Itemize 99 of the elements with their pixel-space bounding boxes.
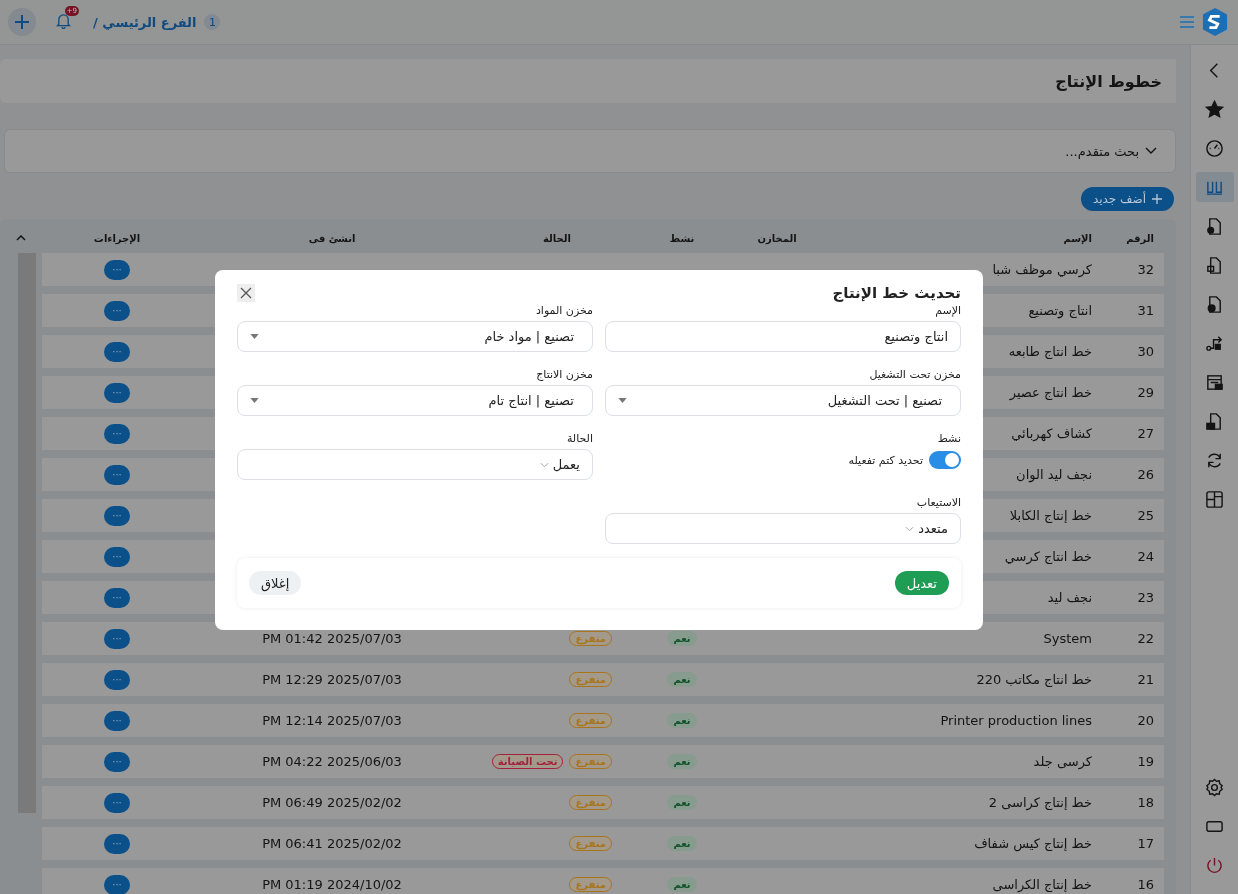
select-field[interactable]: يعمل — [237, 449, 593, 480]
table-cell: كشاف كهربائي — [1011, 426, 1092, 441]
table-cell-text: 16 — [1136, 877, 1155, 892]
active-tag: نعم — [667, 795, 697, 810]
field-label: مخزن المواد — [534, 304, 593, 317]
save-button[interactable]: تعديل — [894, 571, 949, 595]
table-cell: 2025/07/03 01:42 PM — [262, 631, 402, 646]
actions-button[interactable]: ··· — [104, 423, 130, 444]
status-tag: متفرغ — [569, 631, 612, 646]
add-new-button[interactable]: أضف جديد — [1080, 187, 1174, 211]
actions-button[interactable]: ··· — [104, 587, 130, 608]
name-input[interactable]: انتاج وتصنيع — [605, 321, 961, 352]
table-cell: خط انتاج مكاتب 220 — [976, 672, 1092, 687]
actions-button[interactable]: ··· — [104, 259, 130, 280]
field-label: الاستيعاب — [915, 496, 961, 509]
actions-button[interactable]: ··· — [104, 546, 130, 567]
table-cell-text: 19 — [1136, 754, 1155, 769]
actions-button[interactable]: ··· — [104, 710, 130, 731]
select-field[interactable]: تصنيع | مواد خام — [237, 321, 593, 352]
table-cell: 2025/07/03 12:14 PM — [262, 713, 402, 728]
field-label: الحالة — [565, 432, 593, 445]
table-cell: نجف ليد الوان — [1016, 467, 1092, 482]
toggle-label: تحديد كتم تفعيله — [848, 453, 923, 467]
actions-button[interactable]: ··· — [104, 382, 130, 403]
table-cell-text: 32 — [1136, 262, 1155, 277]
dialog-title: تحديث خط الإنتاج — [832, 284, 961, 302]
status-tag: متفرغ — [569, 877, 612, 892]
column-header[interactable]: انشئ فى — [192, 232, 472, 244]
table-cell: نجف ليد — [1047, 590, 1092, 605]
table-cell-text: 29 — [1136, 385, 1155, 400]
field-label: مخزن تحت التشغيل — [868, 368, 961, 381]
table-cell-text: 27 — [1136, 426, 1155, 441]
status-tag: متفرغ — [569, 836, 612, 851]
active-tag: نعم — [667, 836, 697, 851]
table-cell-text: 26 — [1136, 467, 1155, 482]
column-header[interactable]: الإسم — [832, 232, 1102, 244]
select-field[interactable]: تصنيع | انتاج تام — [237, 385, 593, 416]
table-cell: Printer production lines — [940, 713, 1092, 728]
table-cell: خط إنتاج الكراسى — [992, 877, 1092, 892]
field-label: نشط — [936, 432, 961, 445]
table-cell: كرسي موظف شبا — [992, 262, 1092, 277]
table-cell-text: 31 — [1136, 303, 1155, 318]
active-tag: نعم — [667, 672, 697, 687]
advanced-search-toggle[interactable]: بحث متقدم... — [1059, 142, 1163, 160]
table-cell: خط إنتاج كيس شفاف — [974, 836, 1092, 851]
table-cell: خط إنتاج كراسى 2 — [988, 795, 1092, 810]
table-cell: 2025/02/02 06:41 PM — [262, 836, 402, 851]
table-cell-text: 22 — [1136, 631, 1155, 646]
status-tag: متفرغ — [569, 713, 612, 728]
actions-button[interactable]: ··· — [104, 669, 130, 690]
table-cell: 2024/10/02 01:19 PM — [262, 877, 402, 892]
actions-button[interactable]: ··· — [104, 751, 130, 772]
active-tag: نعم — [667, 754, 697, 769]
table-cell: كرسى جلد — [1033, 754, 1092, 769]
actions-button[interactable]: ··· — [104, 341, 130, 362]
select-field[interactable]: متعدد — [605, 513, 961, 544]
actions-button[interactable]: ··· — [104, 464, 130, 485]
branch-link[interactable]: الفرع الرئيسي / — [93, 14, 197, 30]
table-cell: خط انتاج عصير — [1009, 385, 1092, 400]
select-field[interactable]: تصنيع | تحت التشغيل — [605, 385, 961, 416]
table-cell-text: 20 — [1136, 713, 1155, 728]
table-cell-text: 25 — [1136, 508, 1155, 523]
table-cell: انتاج وتصنيع — [1028, 303, 1092, 318]
active-tag: نعم — [667, 631, 697, 646]
table-cell: خط انتاج كرسي — [1004, 549, 1092, 564]
table-cell: خط انتاج طابعه — [1008, 344, 1092, 359]
table-cell: 2025/02/02 06:49 PM — [262, 795, 402, 810]
status-tag: متفرغ — [569, 672, 612, 687]
table-cell-text: 17 — [1136, 836, 1155, 851]
status-tag: متفرغ — [569, 754, 612, 769]
column-header[interactable]: المخازن — [722, 232, 832, 244]
table-cell-text: 21 — [1136, 672, 1155, 687]
field-label: مخزن الانتاج — [535, 368, 593, 381]
table-cell: 2025/06/03 04:22 PM — [262, 754, 402, 769]
status-tag: متفرغ — [569, 795, 612, 810]
table-cell-text: 30 — [1136, 344, 1155, 359]
actions-button[interactable]: ··· — [104, 792, 130, 813]
table-cell-text: 23 — [1136, 590, 1155, 605]
active-tag: نعم — [667, 877, 697, 892]
actions-button[interactable]: ··· — [104, 505, 130, 526]
active-tag: نعم — [667, 713, 697, 728]
table-cell: خط إنتاج الكابلا — [1009, 508, 1092, 523]
column-header[interactable]: الرقم — [1102, 232, 1164, 244]
table-cell-text: 24 — [1136, 549, 1155, 564]
table-cell: System — [1043, 631, 1092, 646]
table-cell-text: 18 — [1136, 795, 1155, 810]
actions-button[interactable]: ··· — [104, 628, 130, 649]
column-header[interactable]: الإجراءات — [42, 232, 192, 244]
actions-button[interactable]: ··· — [104, 833, 130, 854]
branch-count: 1 — [204, 14, 221, 30]
close-button[interactable]: إغلاق — [249, 571, 302, 595]
page-title: خطوط الإنتاج — [1055, 71, 1162, 91]
table-cell: 2025/07/03 12:29 PM — [262, 672, 402, 687]
status-tag: تحت الصيانة — [491, 754, 564, 769]
field-label: الإسم — [934, 304, 961, 317]
actions-button[interactable]: ··· — [104, 874, 130, 894]
column-header[interactable]: نشط — [642, 232, 722, 244]
column-header[interactable]: الحالة — [472, 232, 642, 244]
actions-button[interactable]: ··· — [104, 300, 130, 321]
